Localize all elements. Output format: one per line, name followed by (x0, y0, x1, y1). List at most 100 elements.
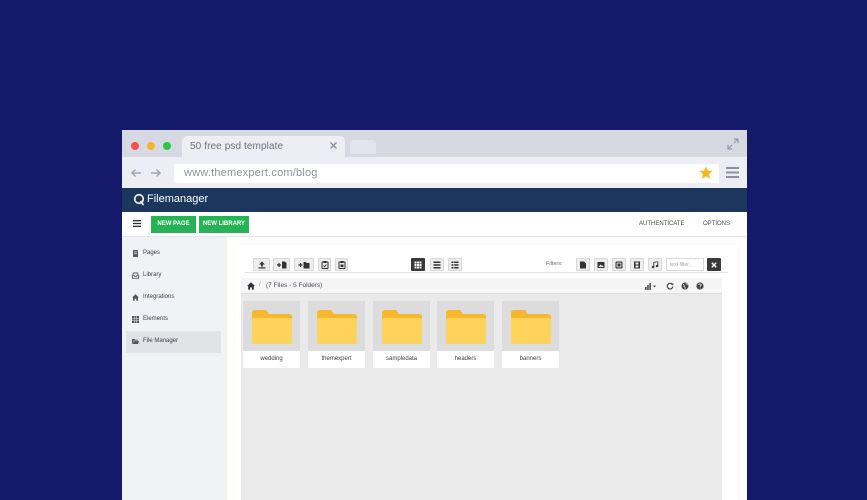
globe-icon[interactable] (681, 282, 689, 290)
minimize-window-button[interactable] (147, 142, 155, 150)
sidebar-item-elements[interactable]: Elements (126, 309, 221, 331)
folder-thumbnail (437, 301, 494, 351)
new-page-button[interactable]: NEW PAGE (151, 216, 196, 233)
expand-icon[interactable] (727, 138, 739, 150)
elements-icon (132, 316, 139, 323)
sort-icon[interactable] (645, 282, 657, 290)
tab-title: 50 free psd template (190, 141, 284, 152)
filter-file-icon (580, 261, 586, 268)
folder-thumbnail (502, 301, 559, 351)
new-tab-button[interactable] (350, 140, 376, 154)
folder-name: wedding (243, 351, 300, 368)
upload-icon (258, 261, 265, 268)
home-icon[interactable] (247, 282, 255, 290)
integrations-icon (132, 294, 139, 301)
close-icon[interactable] (328, 140, 339, 151)
detail-view-button[interactable] (448, 258, 462, 271)
hamburger-icon[interactable] (133, 220, 141, 227)
new-library-button[interactable]: NEW LIBRARY (199, 216, 249, 233)
folder-name: themexpert (308, 351, 365, 368)
sidebar-item-library[interactable]: Library (126, 265, 221, 287)
back-arrow-icon[interactable] (130, 167, 142, 179)
library-icon (132, 272, 139, 279)
options-link[interactable]: OPTIONS (703, 221, 730, 227)
sidebar-item-label: File Manager (143, 338, 179, 344)
add-file-button[interactable] (273, 258, 290, 271)
filter-file-button[interactable] (576, 258, 590, 271)
add-folder-button[interactable] (294, 258, 314, 271)
file-manager-toolbar: Filters: text filter... (245, 256, 728, 273)
folder-thumbnail (308, 301, 365, 351)
file-folder-count: (7 Files - 5 Folders) (266, 282, 323, 289)
clipboard-icon (338, 260, 345, 269)
text-filter-input[interactable]: text filter... (666, 258, 704, 271)
help-icon[interactable] (696, 282, 704, 290)
forward-arrow-icon[interactable] (150, 167, 162, 179)
filter-video-button[interactable] (630, 258, 644, 271)
sidebar-item-label: Elements (143, 316, 169, 322)
list-view-icon (433, 261, 441, 268)
folder-item[interactable]: banners (502, 301, 559, 368)
tab-bar: 50 free psd template (122, 130, 747, 157)
add-file-icon (276, 261, 286, 268)
filters-label: Filters: (546, 261, 563, 267)
sidebar-item-integrations[interactable]: Integrations (126, 287, 221, 309)
address-bar: www.themexpert.com/blog (122, 157, 747, 188)
filter-video-icon (634, 261, 640, 268)
url-text: www.themexpert.com/blog (184, 167, 318, 179)
folder-item[interactable]: wedding (243, 301, 300, 368)
sidebar-item-file-manager[interactable]: File Manager (126, 331, 221, 353)
grid-view-button[interactable] (411, 258, 425, 271)
folder-item[interactable]: sampledata (373, 301, 430, 368)
paste-button[interactable] (318, 258, 331, 271)
pages-icon (133, 250, 138, 257)
breadcrumb: / (7 Files - 5 Folders) (241, 278, 722, 294)
browser-window: 50 free psd template www.themexpert.com/… (122, 130, 747, 500)
folder-item[interactable]: headers (437, 301, 494, 368)
q-logo-icon (133, 193, 145, 206)
folder-name: banners (502, 351, 559, 368)
sidebar: Pages Library Integrations Elements File… (122, 237, 227, 500)
text-filter-placeholder: text filter... (670, 262, 693, 268)
app-title: Filemanager (147, 193, 209, 205)
sidebar-item-label: Pages (143, 250, 161, 256)
paste-icon (321, 260, 328, 269)
filter-image-button[interactable] (594, 258, 608, 271)
filter-archive-button[interactable] (612, 258, 626, 271)
filter-image-icon (597, 261, 605, 268)
url-input[interactable]: www.themexpert.com/blog (174, 164, 719, 183)
close-window-button[interactable] (131, 142, 139, 150)
star-icon[interactable] (698, 165, 714, 181)
close-icon (711, 261, 717, 268)
file-manager-panel: Filters: text filter... / (7 Files - 5 F… (235, 244, 738, 500)
folder-open-icon (132, 339, 139, 344)
filter-archive-icon (615, 261, 623, 268)
clipboard-button[interactable] (335, 258, 348, 271)
filter-audio-icon (651, 261, 659, 268)
list-view-button[interactable] (430, 258, 444, 271)
sidebar-item-pages[interactable]: Pages (126, 243, 221, 265)
authenticate-link[interactable]: AUTHENTICATE (639, 221, 685, 227)
folder-name: sampledata (373, 351, 430, 368)
app-header: Filemanager (122, 188, 747, 212)
filter-audio-button[interactable] (648, 258, 662, 271)
maximize-window-button[interactable] (163, 142, 171, 150)
folder-icon (252, 310, 292, 344)
detail-view-icon (451, 261, 459, 268)
folder-thumbnail (373, 301, 430, 351)
folder-item[interactable]: themexpert (308, 301, 365, 368)
file-grid: wedding themexpert sampledata headers ba… (241, 294, 722, 500)
browser-tab[interactable]: 50 free psd template (182, 136, 345, 157)
clear-filter-button[interactable] (707, 258, 721, 271)
sidebar-item-label: Integrations (143, 294, 175, 300)
add-folder-icon (298, 261, 310, 268)
folder-icon (382, 310, 422, 344)
top-toolbar: NEW PAGE NEW LIBRARY AUTHENTICATE OPTION… (122, 212, 747, 237)
refresh-icon[interactable] (666, 282, 674, 290)
grid-view-icon (414, 261, 422, 268)
sidebar-item-label: Library (143, 272, 162, 278)
folder-thumbnail (243, 301, 300, 351)
menu-icon[interactable] (726, 167, 739, 178)
upload-button[interactable] (253, 258, 270, 271)
folder-icon (317, 310, 357, 344)
